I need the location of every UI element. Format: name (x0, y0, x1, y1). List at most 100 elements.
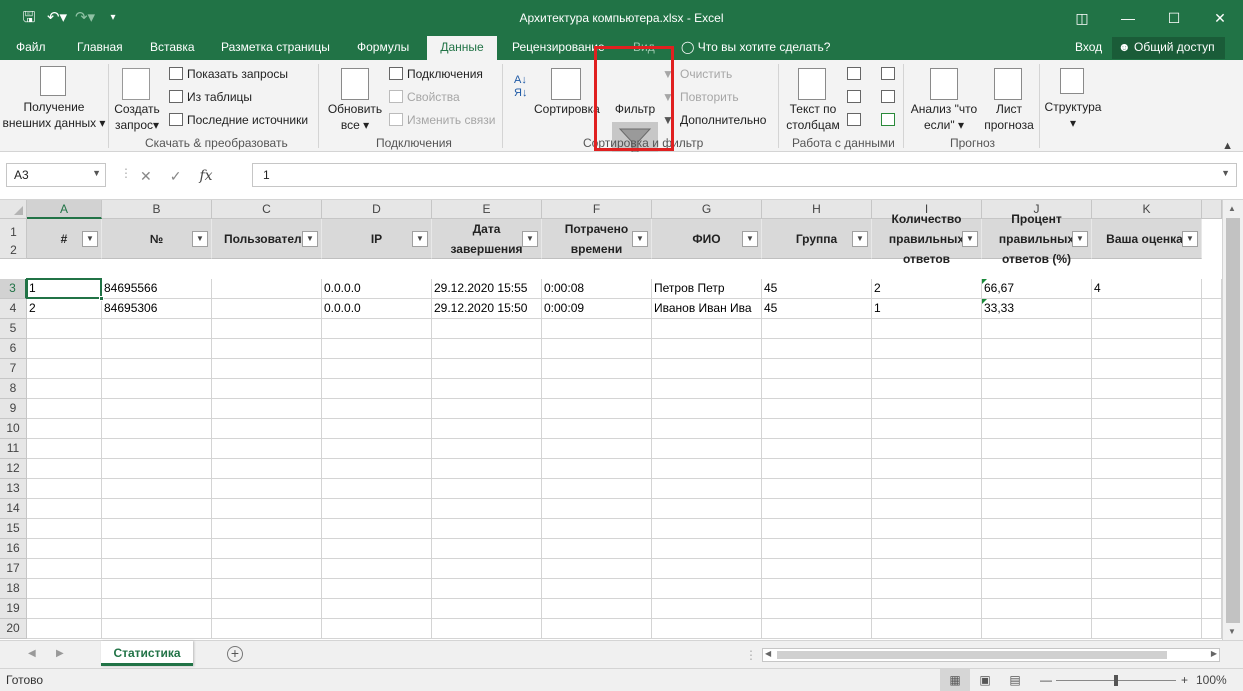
recent-sources-button[interactable]: Последние источники (187, 112, 308, 128)
consolidate-icon[interactable] (881, 67, 895, 80)
cell-b14[interactable] (102, 499, 212, 519)
filter-dropdown-icon[interactable]: ▼ (632, 231, 648, 247)
filter-dropdown-icon[interactable]: ▼ (302, 231, 318, 247)
column-header-k[interactable]: K (1092, 200, 1202, 219)
row-header-8[interactable]: 8 (0, 379, 27, 399)
cell-j15[interactable] (982, 519, 1092, 539)
cell-a3[interactable]: 1 (27, 279, 102, 299)
connections-button[interactable]: Подключения (407, 66, 483, 82)
cell-e20[interactable] (432, 619, 542, 639)
cell-j14[interactable] (982, 499, 1092, 519)
cell-empty[interactable] (1202, 459, 1222, 479)
cell-f4[interactable]: 0:00:09 (542, 299, 652, 319)
cell-h18[interactable] (762, 579, 872, 599)
cell-i3[interactable]: 2 (872, 279, 982, 299)
row-header-19[interactable]: 19 (0, 599, 27, 619)
cell-a16[interactable] (27, 539, 102, 559)
cell-e6[interactable] (432, 339, 542, 359)
cell-a7[interactable] (27, 359, 102, 379)
cell-a4[interactable]: 2 (27, 299, 102, 319)
cell-empty[interactable] (1202, 339, 1222, 359)
cell-k16[interactable] (1092, 539, 1202, 559)
close-icon[interactable]: ✕ (1197, 0, 1243, 36)
cell-i17[interactable] (872, 559, 982, 579)
cell-d18[interactable] (322, 579, 432, 599)
cell-b11[interactable] (102, 439, 212, 459)
scroll-up-icon[interactable]: ▲ (1228, 204, 1236, 213)
data-validation-icon[interactable] (847, 113, 861, 126)
what-if-button[interactable]: Анализ "что если" ▾ (906, 101, 982, 133)
cell-a15[interactable] (27, 519, 102, 539)
cancel-icon[interactable]: ✕ (140, 168, 152, 185)
name-box[interactable]: A3 ▼ (6, 163, 106, 187)
filter-dropdown-icon[interactable]: ▼ (192, 231, 208, 247)
cell-k13[interactable] (1092, 479, 1202, 499)
cell-d11[interactable] (322, 439, 432, 459)
cell-h9[interactable] (762, 399, 872, 419)
cell-d15[interactable] (322, 519, 432, 539)
cell-k20[interactable] (1092, 619, 1202, 639)
cell-j5[interactable] (982, 319, 1092, 339)
header-cell-d[interactable]: IP ▼ (322, 219, 432, 259)
cell-f18[interactable] (542, 579, 652, 599)
column-header-h[interactable]: H (762, 200, 872, 219)
zoom-slider-knob[interactable] (1114, 675, 1118, 686)
zoom-out-icon[interactable]: — (1040, 673, 1052, 687)
cell-g16[interactable] (652, 539, 762, 559)
show-queries-button[interactable]: Показать запросы (187, 66, 288, 82)
cell-b3[interactable]: 84695566 (102, 279, 212, 299)
row-header-20[interactable]: 20 (0, 619, 27, 639)
add-sheet-icon[interactable]: + (227, 646, 243, 662)
scroll-right-icon[interactable]: ▶ (1211, 649, 1217, 658)
cell-j10[interactable] (982, 419, 1092, 439)
cell-c11[interactable] (212, 439, 322, 459)
cell-f13[interactable] (542, 479, 652, 499)
cell-a14[interactable] (27, 499, 102, 519)
cell-b4[interactable]: 84695306 (102, 299, 212, 319)
cell-a9[interactable] (27, 399, 102, 419)
cell-e5[interactable] (432, 319, 542, 339)
cell-h13[interactable] (762, 479, 872, 499)
cell-k8[interactable] (1092, 379, 1202, 399)
cell-empty[interactable] (1202, 279, 1222, 299)
cell-b7[interactable] (102, 359, 212, 379)
cell-i12[interactable] (872, 459, 982, 479)
cell-f10[interactable] (542, 419, 652, 439)
cell-c19[interactable] (212, 599, 322, 619)
cell-d16[interactable] (322, 539, 432, 559)
cell-e3[interactable]: 29.12.2020 15:55 (432, 279, 542, 299)
column-header-e[interactable]: E (432, 200, 542, 219)
cell-j17[interactable] (982, 559, 1092, 579)
enter-icon[interactable]: ✓ (170, 168, 182, 185)
cell-d4[interactable]: 0.0.0.0 (322, 299, 432, 319)
cell-h16[interactable] (762, 539, 872, 559)
cell-empty[interactable] (1202, 419, 1222, 439)
header-cell-g[interactable]: ФИО ▼ (652, 219, 762, 259)
text-to-columns-button[interactable]: Текст по столбцам (783, 101, 843, 133)
cell-j8[interactable] (982, 379, 1092, 399)
maximize-icon[interactable]: ☐ (1151, 0, 1197, 36)
row-header-9[interactable]: 9 (0, 399, 27, 419)
cell-empty[interactable] (1202, 579, 1222, 599)
create-query-button[interactable]: Создать запрос▾ (112, 101, 162, 133)
cell-f12[interactable] (542, 459, 652, 479)
column-header-g[interactable]: G (652, 200, 762, 219)
cell-e14[interactable] (432, 499, 542, 519)
tell-me-search[interactable]: ◯ Что вы хотите сделать? (681, 36, 830, 60)
row-header-5[interactable]: 5 (0, 319, 27, 339)
cell-i8[interactable] (872, 379, 982, 399)
cell-g3[interactable]: Петров Петр (652, 279, 762, 299)
cell-h20[interactable] (762, 619, 872, 639)
cell-empty[interactable] (1202, 359, 1222, 379)
cell-i16[interactable] (872, 539, 982, 559)
share-button[interactable]: ☻ Общий доступ (1112, 37, 1225, 59)
horizontal-scroll-thumb[interactable] (777, 651, 1167, 659)
prev-sheet-icon[interactable]: ◀ (28, 648, 36, 659)
header-cell-c[interactable]: Пользователь ▼ (212, 219, 322, 259)
cell-j12[interactable] (982, 459, 1092, 479)
outline-button[interactable]: Структура ▾ (1042, 99, 1104, 131)
header-cell-f[interactable]: Потрачено времени ▼ (542, 219, 652, 259)
filter-dropdown-icon[interactable]: ▼ (1182, 231, 1198, 247)
cell-a20[interactable] (27, 619, 102, 639)
cell-c3[interactable] (212, 279, 322, 299)
